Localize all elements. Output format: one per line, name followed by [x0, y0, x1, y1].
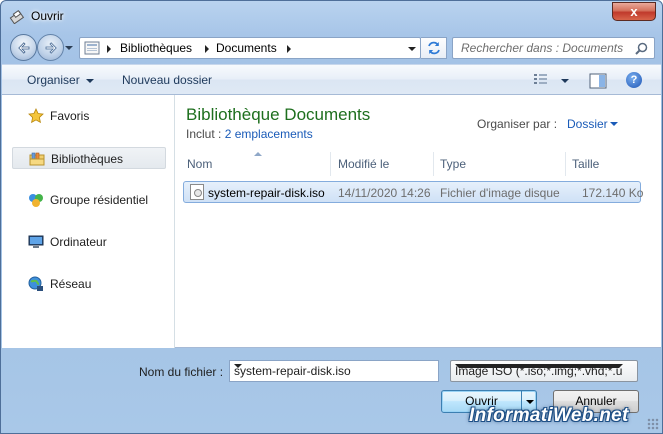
forward-button[interactable]: [37, 34, 64, 61]
library-title: Bibliothèque Documents: [186, 105, 371, 124]
refresh-button[interactable]: [421, 37, 447, 59]
sidebar-item-network[interactable]: Réseau: [12, 273, 166, 295]
change-view-icon[interactable]: [533, 73, 551, 87]
history-dropdown-icon[interactable]: [65, 44, 73, 52]
includes-label: Inclut :: [186, 127, 222, 141]
refresh-icon: [428, 41, 440, 55]
title-bar[interactable]: Ouvrir x: [1, 1, 662, 31]
iso-file-icon: [190, 184, 204, 200]
file-size: 172.140 Ko: [582, 186, 644, 200]
folder-icon: [84, 41, 100, 55]
back-button[interactable]: [10, 34, 37, 61]
sidebar-item-label: Favoris: [50, 109, 90, 123]
breadcrumb-documents[interactable]: Documents: [216, 41, 277, 55]
view-options-dropdown-icon[interactable]: [561, 79, 569, 83]
network-icon: [28, 276, 43, 291]
breadcrumb-separator-icon[interactable]: [106, 45, 112, 53]
app-icon: [9, 9, 25, 24]
navigation-pane: Favoris Bibliothèques Groupe résidentiel: [2, 95, 175, 348]
sidebar-item-homegroup[interactable]: Groupe résidentiel: [12, 189, 166, 211]
arrange-by-label: Organiser par :: [477, 117, 558, 131]
breadcrumb-separator-icon[interactable]: [204, 45, 210, 53]
homegroup-icon: [29, 194, 43, 207]
file-modified: 14/11/2020 14:26: [338, 186, 431, 200]
organize-menu-button[interactable]: Organiser: [27, 73, 94, 87]
filename-label: Nom du fichier :: [139, 365, 224, 379]
file-list-pane: Bibliothèque Documents Inclut : 2 emplac…: [176, 95, 661, 348]
sidebar-item-computer[interactable]: Ordinateur: [12, 231, 166, 253]
column-header-name[interactable]: Nom: [181, 152, 331, 176]
chevron-down-icon[interactable]: [234, 364, 242, 368]
watermark-logo: InformatiWeb.net: [469, 405, 629, 426]
filename-value[interactable]: system-repair-disk.iso: [234, 364, 351, 378]
command-toolbar: Organiser Nouveau dossier ?: [2, 64, 661, 95]
navigation-bar: Bibliothèques Documents Rechercher dans …: [1, 31, 662, 64]
sidebar-item-favorites[interactable]: Favoris: [12, 105, 166, 127]
address-dropdown-icon[interactable]: [408, 46, 416, 52]
chevron-down-icon[interactable]: [610, 122, 618, 126]
organize-label: Organiser: [27, 73, 80, 87]
breadcrumb-libraries[interactable]: Bibliothèques: [120, 41, 192, 55]
table-row[interactable]: system-repair-disk.iso 14/11/2020 14:26 …: [183, 181, 644, 203]
file-name: system-repair-disk.iso: [208, 186, 325, 200]
column-header-modified[interactable]: Modifié le: [332, 152, 434, 176]
search-box[interactable]: Rechercher dans : Documents: [452, 37, 655, 59]
sidebar-item-label: Réseau: [50, 277, 92, 291]
sidebar-item-label: Groupe résidentiel: [50, 193, 149, 207]
search-input[interactable]: Rechercher dans : Documents: [461, 41, 623, 55]
forward-arrow-icon: [45, 42, 57, 54]
resize-grip[interactable]: [647, 418, 659, 430]
column-header-type[interactable]: Type: [434, 152, 566, 176]
dialog-window: Ouvrir x Bibliothèques Documents Recherc…: [0, 0, 663, 434]
new-folder-button[interactable]: Nouveau dossier: [122, 73, 212, 87]
computer-icon: [28, 235, 44, 248]
open-options-dropdown-icon[interactable]: [526, 400, 534, 404]
sidebar-item-label: Bibliothèques: [51, 152, 124, 166]
close-button[interactable]: x: [612, 2, 656, 21]
window-title: Ouvrir: [31, 9, 64, 23]
breadcrumb-separator-icon[interactable]: [286, 45, 292, 53]
sidebar-item-label: Ordinateur: [50, 235, 107, 249]
address-bar[interactable]: Bibliothèques Documents: [79, 37, 421, 59]
locations-link[interactable]: 2 emplacements: [225, 127, 313, 141]
library-icon: [29, 152, 45, 166]
sidebar-item-libraries[interactable]: Bibliothèques: [12, 147, 166, 169]
preview-pane-icon[interactable]: [589, 73, 607, 89]
column-header-size[interactable]: Taille: [566, 152, 646, 176]
back-arrow-icon: [18, 42, 30, 54]
file-type: Fichier d'image disque: [440, 186, 560, 200]
help-icon[interactable]: ?: [626, 72, 642, 88]
filetype-select[interactable]: Image ISO (*.iso;*.img;*.vhd;*.u: [450, 360, 638, 382]
library-includes: Inclut : 2 emplacements: [186, 127, 313, 141]
star-icon: [28, 108, 44, 124]
content-area: Favoris Bibliothèques Groupe résidentiel: [2, 95, 661, 348]
chevron-down-icon: [85, 78, 94, 83]
arrange-by-dropdown[interactable]: Dossier: [567, 117, 608, 131]
filename-field[interactable]: system-repair-disk.iso: [229, 360, 439, 382]
search-icon[interactable]: [635, 42, 648, 55]
chevron-down-icon[interactable]: [455, 364, 623, 368]
